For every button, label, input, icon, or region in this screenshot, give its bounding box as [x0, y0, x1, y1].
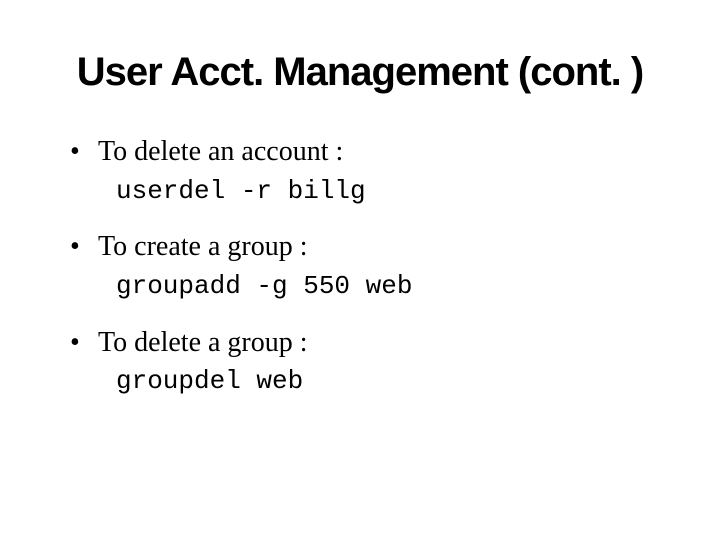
list-item: • To delete a group : groupdel web: [70, 326, 660, 399]
bullet-list: • To delete an account : userdel -r bill…: [60, 135, 660, 399]
bullet-icon: •: [70, 138, 98, 166]
command-text: userdel -r billg: [116, 175, 660, 209]
command-text: groupdel web: [116, 365, 660, 399]
command-text: groupadd -g 550 web: [116, 270, 660, 304]
bullet-text: To delete a group :: [98, 326, 308, 360]
slide: User Acct. Management (cont. ) • To dele…: [0, 0, 720, 540]
bullet-icon: •: [70, 329, 98, 357]
bullet-icon: •: [70, 233, 98, 261]
bullet-text: To create a group :: [98, 230, 308, 264]
bullet-text: To delete an account :: [98, 135, 343, 169]
slide-title: User Acct. Management (cont. ): [60, 50, 660, 95]
list-item: • To create a group : groupadd -g 550 we…: [70, 230, 660, 303]
list-item: • To delete an account : userdel -r bill…: [70, 135, 660, 208]
